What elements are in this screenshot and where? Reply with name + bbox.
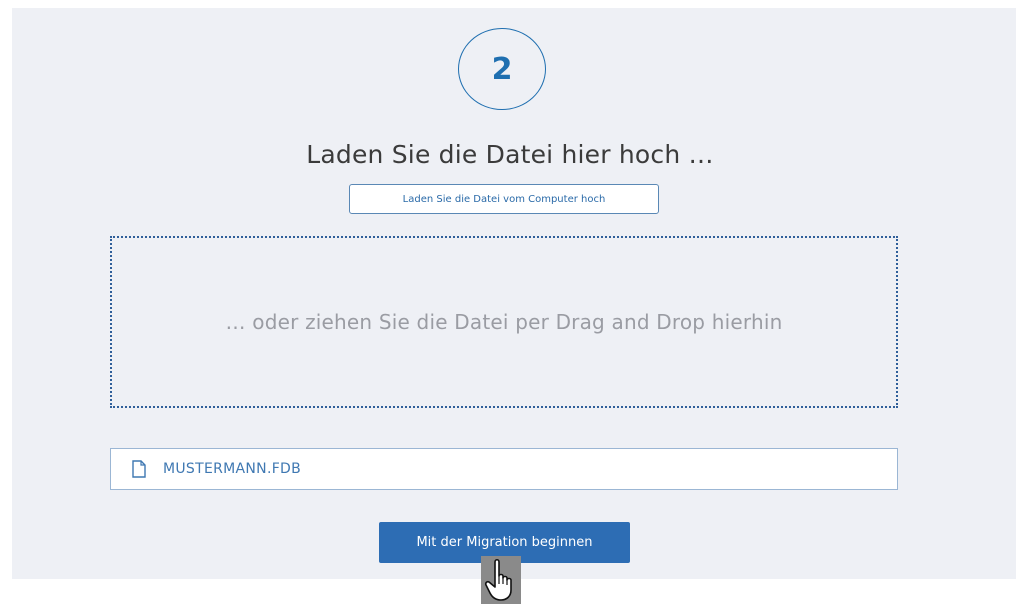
upload-heading: Laden Sie die Datei hier hoch … <box>306 140 714 169</box>
drag-and-drop-zone[interactable]: … oder ziehen Sie die Datei per Drag and… <box>110 236 898 408</box>
selected-file-field[interactable]: MUSTERMANN.FDB <box>110 448 898 490</box>
step-number: 2 <box>491 51 513 87</box>
dropzone-hint: … oder ziehen Sie die Datei per Drag and… <box>225 310 783 334</box>
hand-pointer-cursor-icon <box>481 556 521 604</box>
selected-file-name: MUSTERMANN.FDB <box>163 461 302 477</box>
upload-from-computer-button[interactable]: Laden Sie die Datei vom Computer hoch <box>349 184 659 214</box>
step-indicator: 2 <box>458 28 546 110</box>
file-icon <box>132 460 146 478</box>
